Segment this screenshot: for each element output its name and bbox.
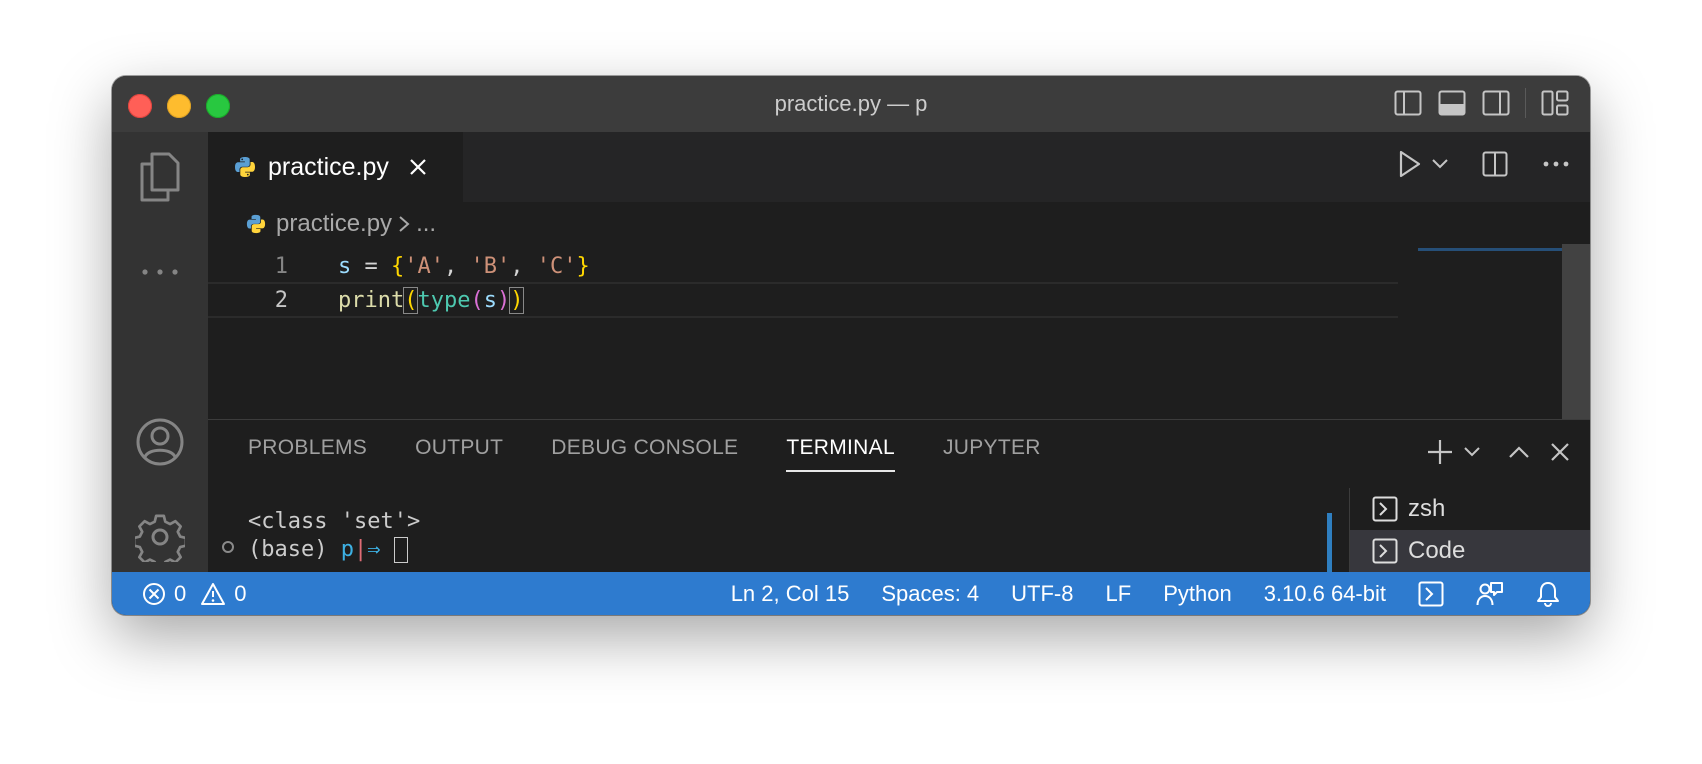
feedback-icon[interactable] xyxy=(1476,581,1504,607)
split-editor-icon[interactable] xyxy=(1482,151,1508,177)
command-status-icon xyxy=(222,541,234,553)
tab-debug-console[interactable]: DEBUG CONSOLE xyxy=(551,436,738,472)
title-bar: practice.py — p xyxy=(112,76,1590,132)
minimap[interactable] xyxy=(1416,244,1564,419)
status-bar-right: Ln 2, Col 15 Spaces: 4 UTF-8 LF Python 3… xyxy=(731,572,1560,615)
line-number: 1 xyxy=(274,253,288,279)
toggle-primary-sidebar-icon[interactable] xyxy=(1393,88,1423,118)
editor-tabs: practice.py xyxy=(208,132,1590,202)
window-title: practice.py — p xyxy=(774,91,928,116)
terminal-output[interactable]: <class 'set'> (base) p|⇒ xyxy=(248,508,420,564)
code-line: 1 s = {'A', 'B', 'C'} xyxy=(208,248,1398,284)
terminal-cursor xyxy=(393,537,408,563)
maximize-window-button[interactable] xyxy=(206,94,230,118)
layout-separator xyxy=(1525,88,1526,118)
new-terminal-icon[interactable] xyxy=(1426,438,1454,466)
terminal-list: zsh Code xyxy=(1349,488,1590,573)
python-interpreter[interactable]: 3.10.6 64-bit xyxy=(1264,581,1386,607)
toggle-panel-icon[interactable] xyxy=(1437,88,1467,118)
bottom-panel: PROBLEMS OUTPUT DEBUG CONSOLE TERMINAL J… xyxy=(208,419,1590,573)
terminal-scrollbar[interactable] xyxy=(1327,513,1332,573)
code-text: print(type(s)) xyxy=(338,286,525,314)
editor-actions xyxy=(1398,150,1570,178)
terminal-item-label: zsh xyxy=(1408,495,1446,522)
terminal-item-code[interactable]: Code xyxy=(1350,530,1590,572)
indentation[interactable]: Spaces: 4 xyxy=(881,581,979,607)
language-mode[interactable]: Python xyxy=(1163,581,1232,607)
chevron-down-icon[interactable] xyxy=(1432,159,1448,169)
close-window-button[interactable] xyxy=(128,94,152,118)
breadcrumb-more[interactable]: ... xyxy=(416,210,436,238)
more-actions-icon[interactable] xyxy=(1542,160,1570,168)
code-line-current: 2 print(type(s)) xyxy=(208,282,1398,318)
editor-group: practice.py practice.py ... 1 s = {'A', … xyxy=(208,132,1590,419)
more-icon[interactable] xyxy=(112,237,208,307)
prompt-host: p xyxy=(340,537,354,562)
terminal-icon xyxy=(1372,496,1398,522)
editor-scrollbar[interactable] xyxy=(1562,244,1590,419)
error-icon xyxy=(142,582,166,606)
minimap-highlight xyxy=(1418,248,1564,251)
panel-actions xyxy=(1426,438,1570,466)
tab-practice-py[interactable]: practice.py xyxy=(208,132,463,202)
run-icon[interactable] xyxy=(1398,150,1422,178)
activity-bar xyxy=(112,132,208,572)
customize-layout-icon[interactable] xyxy=(1540,88,1570,118)
close-icon[interactable] xyxy=(409,158,427,176)
status-bar: 0 0 Ln 2, Col 15 Spaces: 4 UTF-8 LF Pyth… xyxy=(112,572,1590,615)
account-icon[interactable] xyxy=(112,407,208,477)
close-panel-icon[interactable] xyxy=(1550,442,1570,462)
tab-terminal[interactable]: TERMINAL xyxy=(786,436,895,472)
tab-label: practice.py xyxy=(268,152,389,181)
bell-icon[interactable] xyxy=(1536,581,1560,607)
maximize-panel-icon[interactable] xyxy=(1508,445,1530,459)
encoding[interactable]: UTF-8 xyxy=(1011,581,1073,607)
chevron-down-icon[interactable] xyxy=(1464,447,1480,457)
warning-count: 0 xyxy=(234,580,247,606)
terminal-item-zsh[interactable]: zsh xyxy=(1350,488,1590,530)
prompt-env: (base) xyxy=(248,537,328,562)
error-count: 0 xyxy=(174,580,187,606)
tab-problems[interactable]: PROBLEMS xyxy=(248,436,367,472)
prompt-arrow: ⇒ xyxy=(367,537,381,562)
panel-tabs: PROBLEMS OUTPUT DEBUG CONSOLE TERMINAL J… xyxy=(248,436,1041,472)
gear-icon[interactable] xyxy=(112,502,208,572)
terminal-output-line: <class 'set'> xyxy=(248,509,421,534)
files-icon[interactable] xyxy=(112,142,208,212)
breadcrumb-file[interactable]: practice.py xyxy=(276,210,392,238)
layout-controls xyxy=(1393,88,1570,118)
python-icon xyxy=(234,156,256,178)
breadcrumb: practice.py ... xyxy=(246,210,436,238)
code-text: s = {'A', 'B', 'C'} xyxy=(338,253,590,279)
warning-icon xyxy=(200,582,226,606)
python-icon xyxy=(246,214,266,234)
minimize-window-button[interactable] xyxy=(167,94,191,118)
cursor-position[interactable]: Ln 2, Col 15 xyxy=(731,581,850,607)
line-number: 2 xyxy=(274,287,288,313)
tab-output[interactable]: OUTPUT xyxy=(415,436,503,472)
toggle-secondary-sidebar-icon[interactable] xyxy=(1481,88,1511,118)
end-of-line[interactable]: LF xyxy=(1106,581,1132,607)
traffic-lights xyxy=(128,94,230,118)
terminal-icon[interactable] xyxy=(1418,581,1444,607)
terminal-prompt: (base) p|⇒ xyxy=(248,536,420,564)
chevron-right-icon xyxy=(398,215,410,233)
tab-jupyter[interactable]: JUPYTER xyxy=(943,436,1041,472)
terminal-icon xyxy=(1372,538,1398,564)
problems-status[interactable]: 0 0 xyxy=(142,572,247,615)
prompt-separator: | xyxy=(353,537,368,562)
terminal-item-label: Code xyxy=(1408,537,1466,564)
vscode-window: practice.py — p practice.py practice.py … xyxy=(112,76,1590,615)
